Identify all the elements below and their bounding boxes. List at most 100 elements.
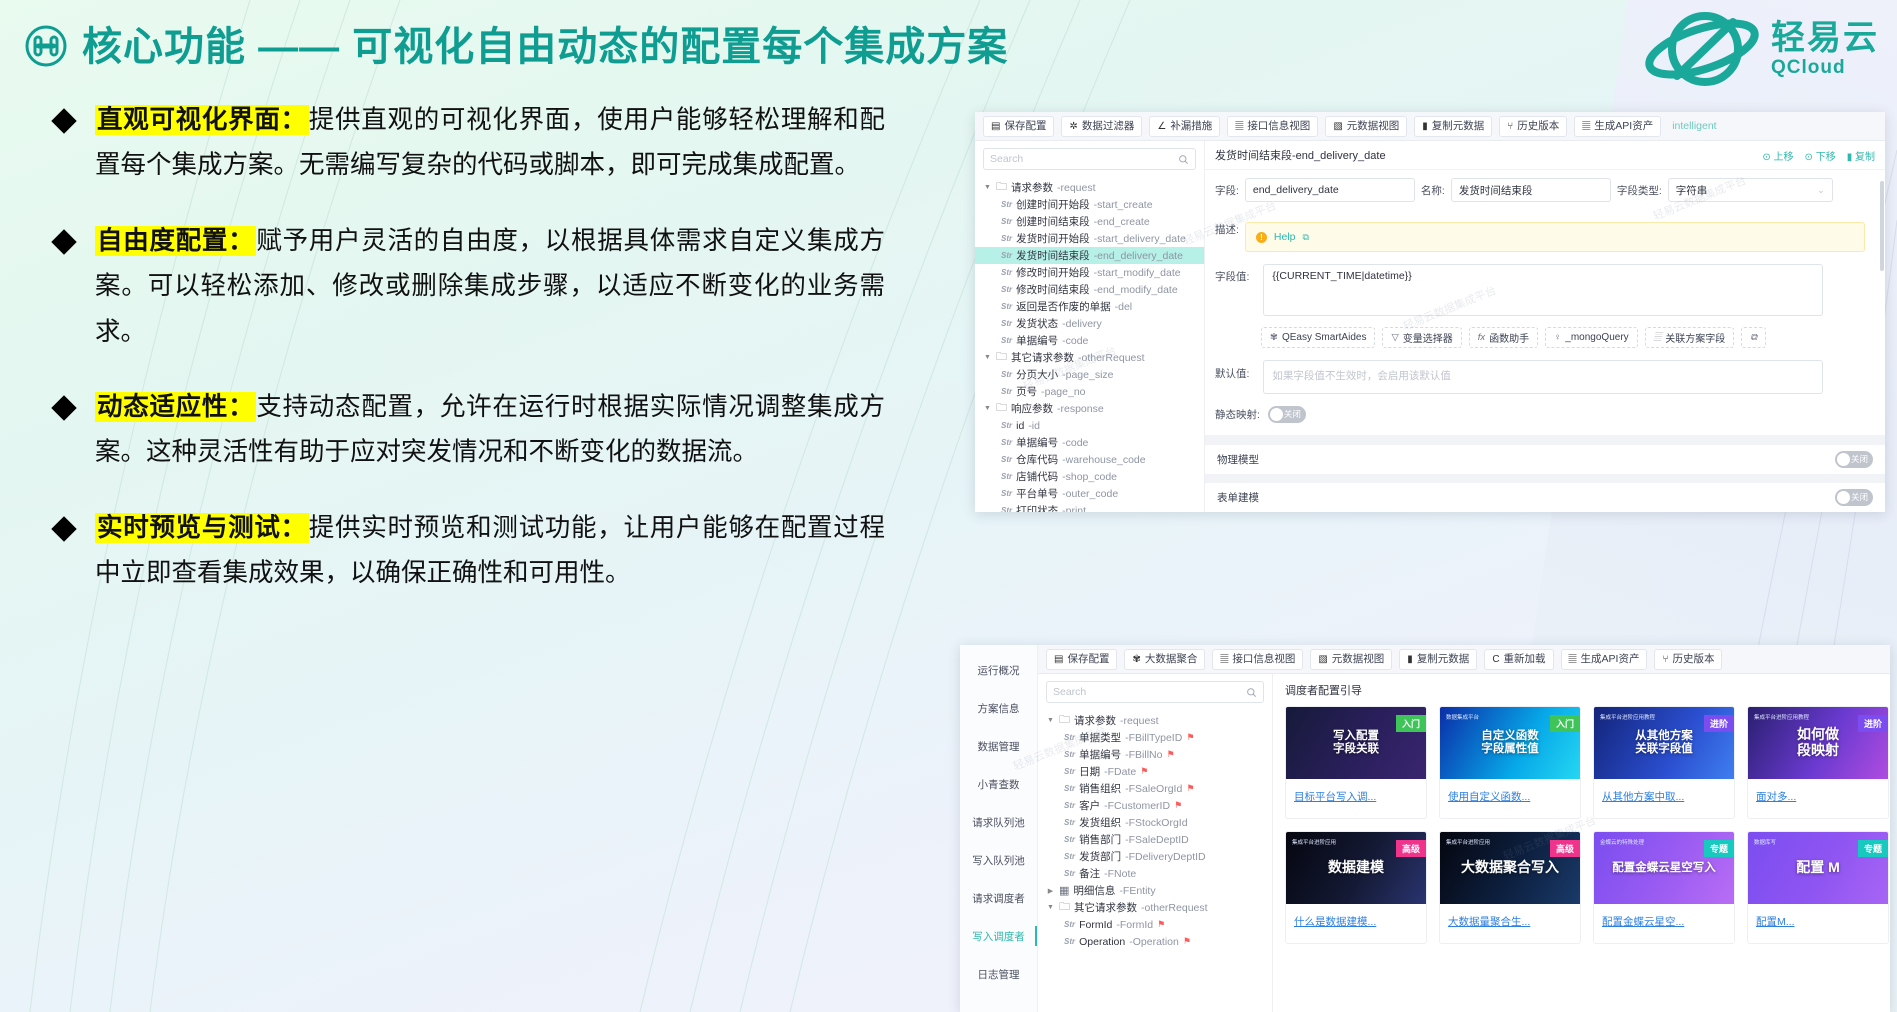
value-helper-chip-6[interactable]: ⧉ [1741,327,1767,348]
physical-model-toggle[interactable]: 关闭 [1835,451,1873,468]
tree-node[interactable]: Str 分页大小 -page_size [975,366,1204,383]
toolbar-button-7[interactable]: 𝄚 生成API资产 [1560,648,1648,670]
help-link[interactable]: Help [1274,231,1296,243]
form-model-toggle[interactable]: 关闭 [1835,489,1873,506]
guide-card[interactable]: 金蝶云的特殊处理 配置金蝶云星空写入 专题 配置金蝶云星空... [1593,831,1735,944]
guide-card-caption[interactable]: 什么是数据建模... [1286,904,1426,943]
tree-node[interactable]: Str 打印状态 -print [975,502,1204,513]
sidebar-item-4[interactable]: 小青查数 [960,765,1037,803]
name-value-input[interactable]: 发货时间结束段 [1450,178,1611,202]
tree-node[interactable]: Str 备注 -FNote [1038,865,1272,882]
guide-card-caption[interactable]: 面对多... [1748,779,1888,818]
move-up-button[interactable]: ⊙ 上移 [1762,148,1793,163]
value-helper-chip-4[interactable]: ♀ _mongoQuery [1545,327,1638,348]
tree-node[interactable]: Str 平台单号 -outer_code [975,485,1204,502]
static-map-toggle[interactable]: 关闭 [1267,406,1306,423]
tree-node[interactable]: Str 返回是否作废的单据 -del [975,298,1204,315]
tree-node[interactable]: Str 修改时间结束段 -end_modify_date [975,281,1204,298]
sidebar-item-9[interactable]: 日志管理 [960,955,1037,993]
tree-node[interactable]: Str Operation -Operation ⚑ [1038,933,1272,950]
value-helper-chip-2[interactable]: ▽ 变量选择器 [1382,327,1462,348]
sidebar-item-1[interactable]: 运行概况 [960,651,1037,689]
guide-card[interactable]: 集成平台进阶应用 大数据聚合写入 高级 大数据量聚合生... [1439,831,1581,944]
toolbar-button-5[interactable]: ▮ 复制元数据 [1399,648,1478,670]
field-value-input[interactable]: end_delivery_date [1244,178,1415,202]
tree-node[interactable]: Str 单据编号 -code [975,332,1204,349]
guide-card-caption[interactable]: 使用自定义函数... [1440,779,1580,818]
toolbar-button-5[interactable]: ▧ 元数据视图 [1325,115,1408,137]
toolbar-button-8[interactable]: ⑂ 历史版本 [1654,648,1723,670]
toolbar-button-8[interactable]: 𝄚 生成API资产 [1574,115,1662,137]
tree-node[interactable]: Str 创建时间开始段 -start_create [975,196,1204,213]
toolbar-button-4[interactable]: ▧ 元数据视图 [1310,648,1393,670]
tree-node[interactable]: Str 发货时间结束段 -end_delivery_date [975,247,1204,264]
guide-card[interactable]: 数据集成平台 自定义函数 字段属性值 入门 使用自定义函数... [1439,706,1581,819]
sidebar-item-6[interactable]: 写入队列池 [960,841,1037,879]
toolbar-button-3[interactable]: ∠ 补漏措施 [1149,115,1221,137]
move-down-button[interactable]: ⊙ 下移 [1805,148,1836,163]
toolbar-button-6[interactable]: ▮ 复制元数据 [1414,115,1493,137]
toolbar-button-6[interactable]: C 重新加载 [1484,648,1554,670]
toolbar-button-4[interactable]: 𝄚 接口信息视图 [1227,115,1319,137]
tree-node[interactable]: ▼ 🗀 请求参数 -request [1038,712,1272,729]
value-helper-chip-3[interactable]: fx 函数助手 [1468,327,1539,348]
toolbar-button-7[interactable]: ⑂ 历史版本 [1499,115,1568,137]
chevron-toggle-icon[interactable]: ▼ [1046,717,1055,724]
sidebar-item-2[interactable]: 方案信息 [960,689,1037,727]
tree-node[interactable]: Str 创建时间结束段 -end_create [975,213,1204,230]
guide-card[interactable]: 集成平台进阶应用 数据建模 高级 什么是数据建模... [1285,831,1427,944]
toolbar-button-3[interactable]: 𝄚 接口信息视图 [1212,648,1304,670]
search-input[interactable] [1046,681,1264,703]
toolbar-button-2[interactable]: ✲ 数据过滤器 [1061,115,1143,137]
guide-card-caption[interactable]: 配置M... [1748,904,1888,943]
guide-card-caption[interactable]: 配置金蝶云星空... [1594,904,1734,943]
guide-card[interactable]: 集成平台进阶应用教程 如何做 段映射 进阶 面对多... [1747,706,1889,819]
tree-node[interactable]: ▼ 🗀 其它请求参数 -otherRequest [1038,899,1272,916]
guide-card-caption[interactable]: 大数据量聚合生... [1440,904,1580,943]
copy-button[interactable]: ▮ 复制 [1847,148,1875,163]
tree-node[interactable]: ▼ 🗀 请求参数 -request [975,179,1204,196]
toolbar-button-1[interactable]: ▤ 保存配置 [1046,648,1118,670]
sidebar-item-5[interactable]: 请求队列池 [960,803,1037,841]
toolbar-button-1[interactable]: ▤ 保存配置 [983,115,1055,137]
guide-card[interactable]: 数据库写 配置 M 专题 配置M... [1747,831,1889,944]
search-field[interactable] [1053,686,1246,698]
sidebar-item-3[interactable]: 数据管理 [960,727,1037,765]
default-value-input[interactable]: 如果字段值不生效时，会启用该默认值 [1263,360,1824,394]
tree-node[interactable]: Str 页号 -page_no [975,383,1204,400]
tree-node[interactable]: ▶ ▦ 明细信息 -FEntity [1038,882,1272,899]
guide-card-caption[interactable]: 从其他方案中取... [1594,779,1734,818]
search-field[interactable] [990,153,1178,165]
tree-node[interactable]: Str 发货组织 -FStockOrgId [1038,814,1272,831]
toolbar-button-2[interactable]: ✾ 大数据聚合 [1124,648,1206,670]
tree-node[interactable]: Str id -id [975,417,1204,434]
field-type-select[interactable]: 字符串 ⌄ [1667,178,1833,202]
tree-node[interactable]: Str 单据编号 -code [975,434,1204,451]
value-helper-chip-1[interactable]: ✾ QEasy SmartAides [1261,327,1376,348]
tree-node[interactable]: Str FormId -FormId ⚑ [1038,916,1272,933]
tree-node[interactable]: Str 发货时间开始段 -start_delivery_date [975,230,1204,247]
tree-node[interactable]: Str 店铺代码 -shop_code [975,468,1204,485]
chevron-toggle-icon[interactable]: ▶ [1046,887,1055,895]
chevron-toggle-icon[interactable]: ▼ [983,405,992,412]
value-helper-chip-5[interactable]: 𝄚 关联方案字段 [1644,327,1735,348]
tree-node[interactable]: ▼ 🗀 其它请求参数 -otherRequest [975,349,1204,366]
tree-node[interactable]: Str 客户 -FCustomerID ⚑ [1038,797,1272,814]
tree-node[interactable]: Str 发货部门 -FDeliveryDeptID [1038,848,1272,865]
tree-node[interactable]: Str 发货状态 -delivery [975,315,1204,332]
sidebar-item-8[interactable]: 写入调度者 [960,917,1037,955]
guide-card[interactable]: 写入配置 字段关联 入门 目标平台写入调... [1285,706,1427,819]
tree-node[interactable]: Str 销售部门 -FSaleDeptID [1038,831,1272,848]
tree-node[interactable]: Str 仓库代码 -warehouse_code [975,451,1204,468]
chevron-toggle-icon[interactable]: ▼ [983,354,992,361]
tree-node[interactable]: ▼ 🗀 响应参数 -response [975,400,1204,417]
chevron-toggle-icon[interactable]: ▼ [983,184,992,191]
tree-node[interactable]: Str 销售组织 -FSaleOrgId ⚑ [1038,780,1272,797]
field-value-editor[interactable]: {{CURRENT_TIME|datetime}} [1263,264,1824,316]
tree-node[interactable]: Str 单据编号 -FBillNo ⚑ [1038,746,1272,763]
guide-card-caption[interactable]: 目标平台写入调... [1286,779,1426,818]
tree-node[interactable]: Str 日期 -FDate ⚑ [1038,763,1272,780]
tree-node[interactable]: Str 修改时间开始段 -start_modify_date [975,264,1204,281]
search-input[interactable] [983,148,1196,170]
vertical-scrollbar[interactable] [1880,181,1884,271]
